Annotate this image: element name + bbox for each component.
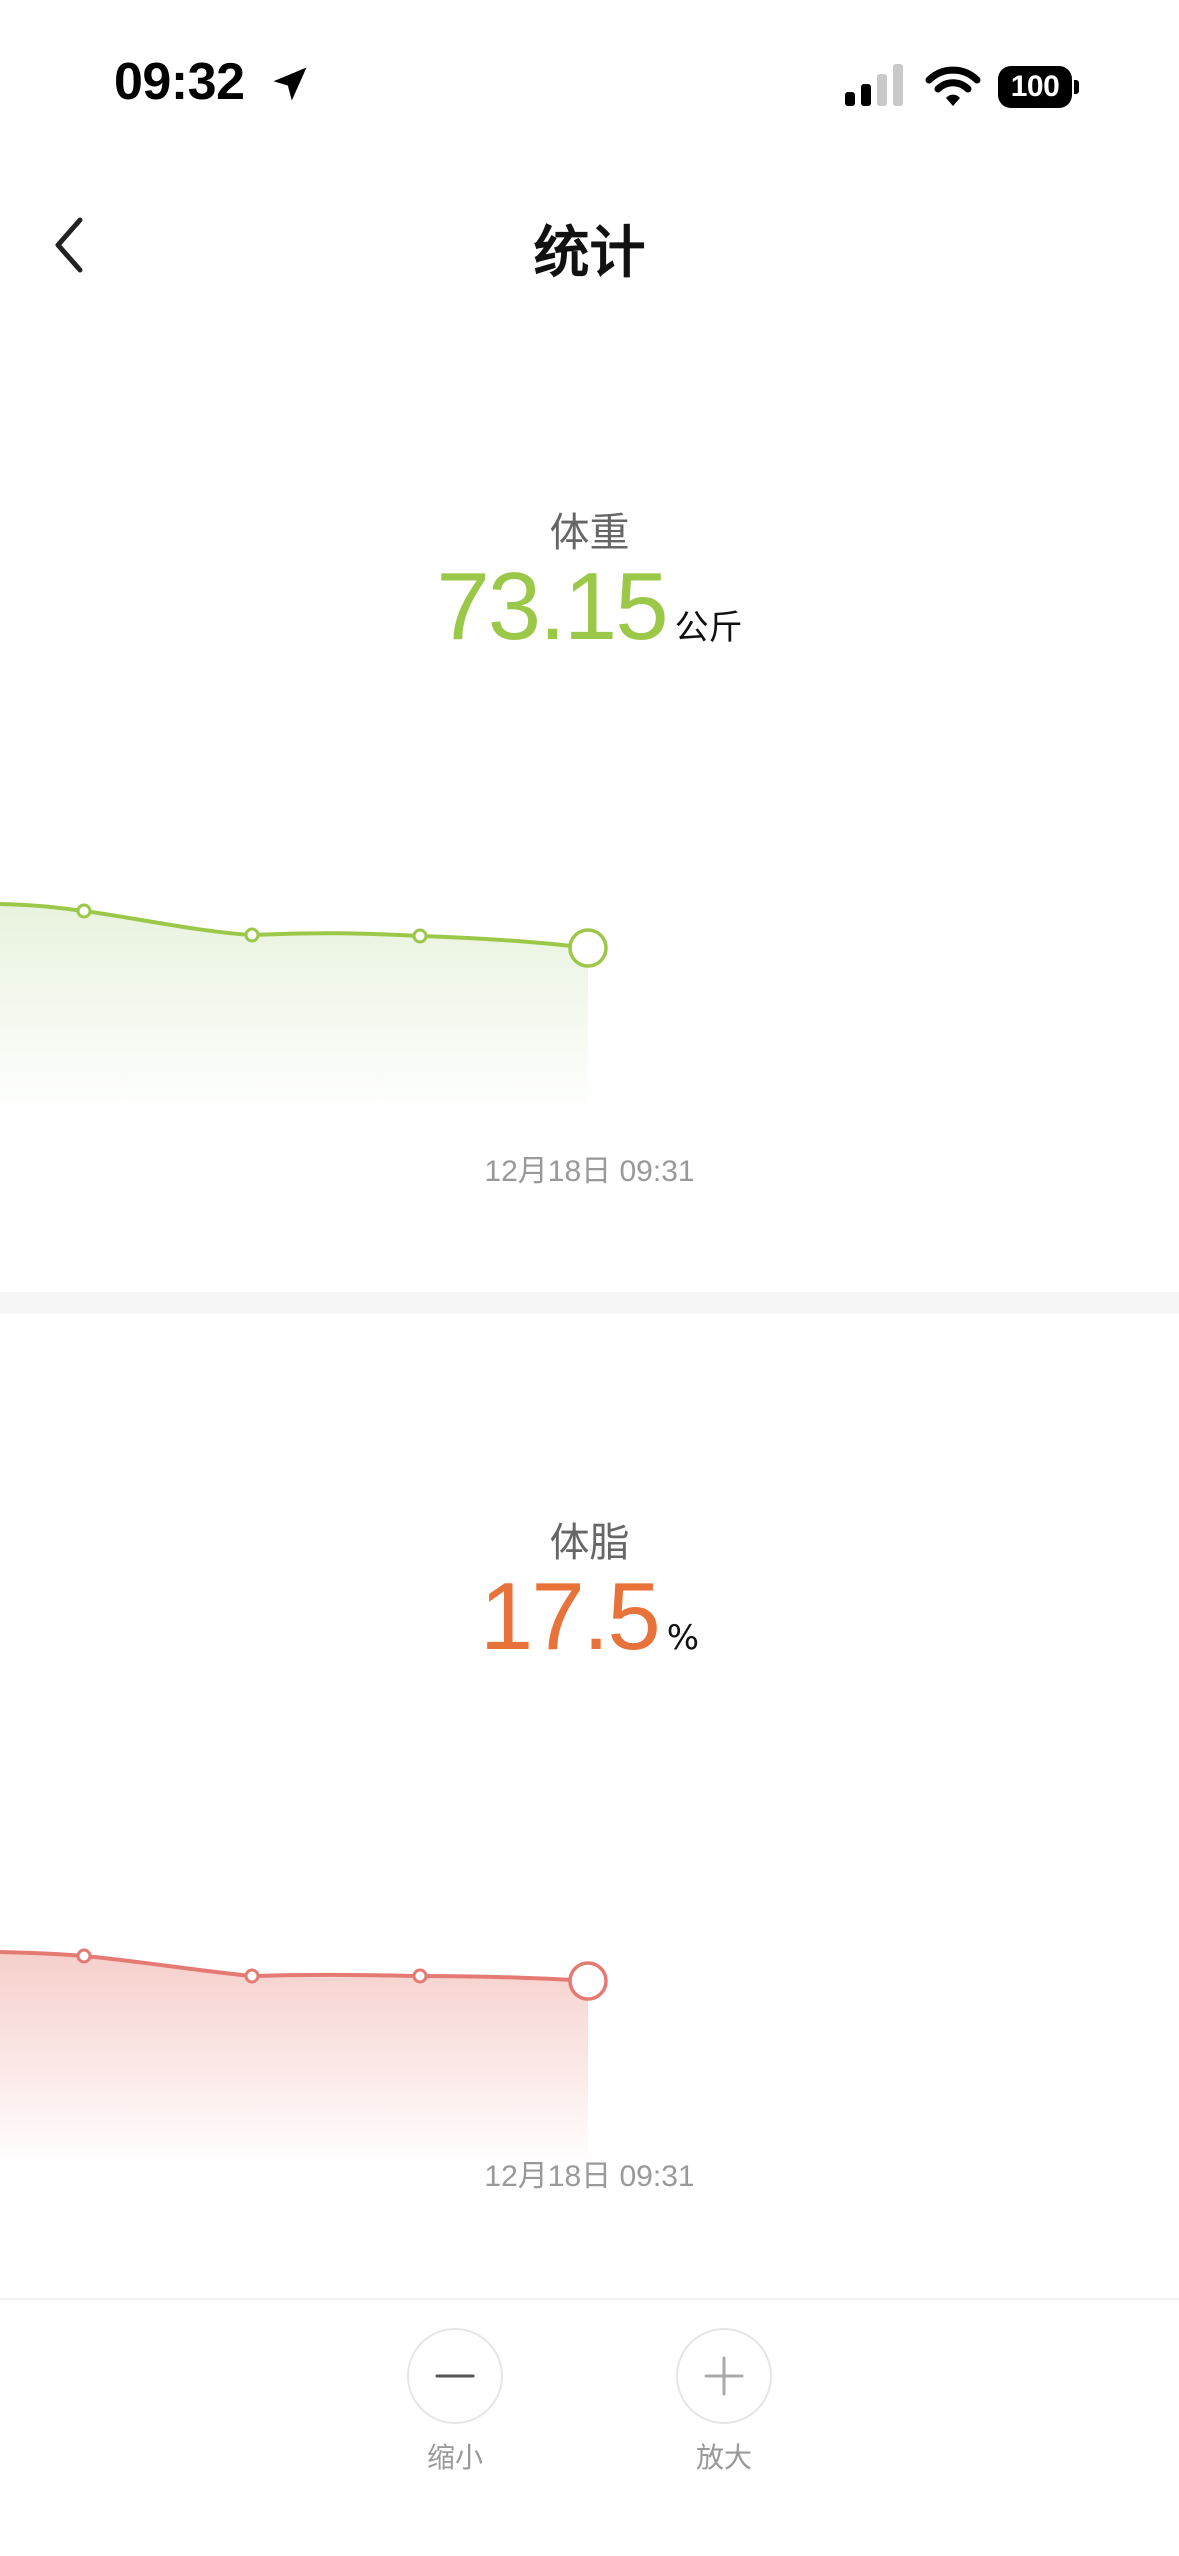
zoom-in-circle[interactable] (676, 2328, 772, 2424)
zoom-toolbar: 缩小 放大 (0, 2298, 1179, 2556)
body-fat-selected-point[interactable] (568, 1961, 608, 2001)
body-fat-date: 12月18日 09:31 (484, 2160, 695, 2193)
plus-icon (704, 2356, 744, 2396)
zoom-out-label: 缩小 (426, 2441, 483, 2474)
minus-icon (435, 2374, 475, 2378)
page-title: 统计 (533, 221, 646, 286)
weight-value: 73.15 (436, 553, 668, 660)
status-bar: 09:32 100 (0, 0, 1179, 150)
weight-point[interactable] (76, 903, 92, 919)
zoom-out-circle[interactable] (407, 2328, 503, 2424)
body-fat-unit: % (666, 1618, 700, 1658)
navigation-bar: 统计 (0, 170, 1179, 320)
battery-level: 100 (1010, 70, 1060, 103)
body-fat-point[interactable] (412, 1968, 428, 1984)
body-fat-value: 17.5 (479, 1563, 661, 1670)
weight-unit: 公斤 (674, 608, 743, 648)
statistics-screen: 09:32 100 统计 体重 73.15 公斤 12月18日 09:31 体脂… (0, 0, 1179, 2556)
zoom-in-button[interactable]: 放大 (644, 2328, 804, 2478)
zoom-out-button[interactable]: 缩小 (375, 2328, 535, 2478)
zoom-in-label: 放大 (695, 2441, 752, 2474)
weight-label: 体重 (549, 510, 630, 556)
section-divider (0, 1292, 1179, 1314)
location-arrow-icon (273, 67, 307, 101)
body-fat-point[interactable] (76, 1948, 92, 1964)
status-time: 09:32 (114, 53, 245, 111)
body-fat-area (0, 1952, 588, 2165)
weight-point[interactable] (244, 927, 260, 943)
weight-selected-point[interactable] (568, 928, 608, 968)
battery-icon: 100 (998, 66, 1079, 108)
body-fat-card: 体脂 17.5% 12月18日 09:31 (0, 1315, 1179, 2295)
body-fat-point[interactable] (244, 1968, 260, 1984)
weight-point[interactable] (412, 928, 428, 944)
weight-card: 体重 73.15 公斤 12月18日 09:31 (0, 330, 1179, 1290)
body-fat-label: 体脂 (549, 1520, 630, 1566)
weight-area (0, 904, 588, 1115)
cellular-signal-icon (845, 64, 903, 106)
wifi-icon (925, 66, 981, 106)
body-fat-value-row: 17.5% (0, 1562, 1179, 1672)
weight-date: 12月18日 09:31 (484, 1155, 695, 1188)
battery-nub (1074, 80, 1079, 94)
weight-value-row: 73.15 公斤 (0, 552, 1179, 662)
